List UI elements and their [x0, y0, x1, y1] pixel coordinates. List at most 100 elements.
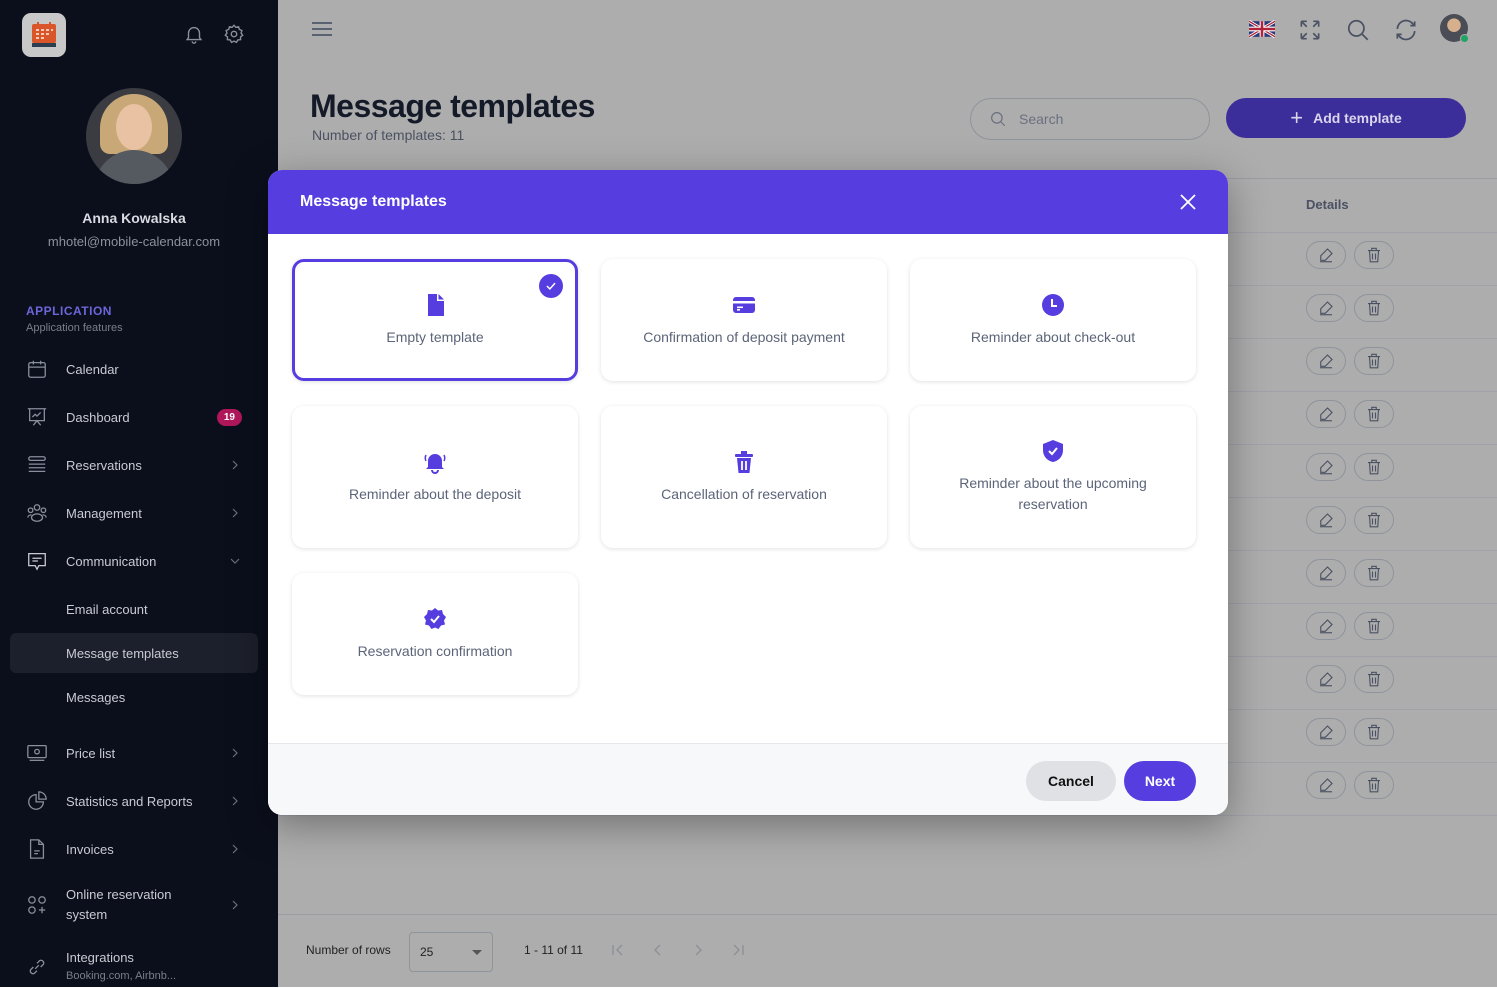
search-input[interactable]: Search: [970, 98, 1210, 140]
document-icon: [26, 838, 48, 860]
sidebar-item-price-list[interactable]: Price list: [10, 733, 258, 773]
bell-icon[interactable]: [183, 23, 205, 45]
delete-button[interactable]: [1354, 771, 1394, 799]
clock-icon: [1041, 293, 1065, 317]
plus-icon: +: [1290, 105, 1303, 131]
table-row-actions: [1306, 771, 1394, 799]
chat-icon: [26, 550, 48, 572]
shield-check-icon: [1041, 439, 1065, 463]
edit-icon: [1317, 564, 1335, 582]
rows-per-page-select[interactable]: 25: [409, 932, 493, 972]
sidebar-item-invoices[interactable]: Invoices: [10, 829, 258, 869]
caret-down-icon: [472, 950, 482, 955]
add-template-button[interactable]: + Add template: [1226, 98, 1466, 138]
next-page-icon[interactable]: [690, 942, 706, 958]
profile-avatar[interactable]: [1440, 14, 1468, 42]
delete-button[interactable]: [1354, 506, 1394, 534]
sidebar-item-label: Calendar: [66, 362, 119, 377]
edit-button[interactable]: [1306, 771, 1346, 799]
template-card-upcoming-reminder[interactable]: Reminder about the upcoming reservation: [910, 406, 1196, 548]
last-page-icon[interactable]: [730, 942, 746, 958]
chevron-right-icon: [230, 900, 240, 910]
sidebar-item-statistics[interactable]: Statistics and Reports: [10, 781, 258, 821]
delete-button[interactable]: [1354, 294, 1394, 322]
sidebar-item-reservations[interactable]: Reservations: [10, 445, 258, 485]
sidebar-item-management[interactable]: Management: [10, 493, 258, 533]
trash-icon: [1365, 458, 1383, 476]
sidebar-subitem-messages[interactable]: Messages: [10, 677, 258, 717]
prev-page-icon[interactable]: [650, 942, 666, 958]
delete-button[interactable]: [1354, 241, 1394, 269]
delete-button[interactable]: [1354, 612, 1394, 640]
trash-icon: [1365, 511, 1383, 529]
modal-footer: Cancel Next: [268, 743, 1228, 815]
template-card-deposit-confirmation[interactable]: Confirmation of deposit payment: [601, 259, 887, 381]
chevron-right-icon: [230, 460, 240, 470]
edit-button[interactable]: [1306, 347, 1346, 375]
trash-icon: [1365, 617, 1383, 635]
sidebar-subitem-message-templates[interactable]: Message templates: [10, 633, 258, 673]
template-card-deposit-reminder[interactable]: Reminder about the deposit: [292, 406, 578, 548]
template-count: Number of templates: 11: [312, 127, 464, 143]
bell-ring-icon: [423, 450, 447, 474]
sidebar-item-online-reservation[interactable]: Online reservation system: [10, 882, 258, 928]
edit-button[interactable]: [1306, 506, 1346, 534]
edit-button[interactable]: [1306, 400, 1346, 428]
template-label: Reminder about check-out: [971, 327, 1135, 348]
notification-badge: 19: [217, 409, 242, 426]
delete-button[interactable]: [1354, 559, 1394, 587]
sidebar-item-calendar[interactable]: Calendar: [10, 349, 258, 389]
delete-button[interactable]: [1354, 400, 1394, 428]
edit-button[interactable]: [1306, 453, 1346, 481]
page-title: Message templates: [310, 88, 595, 125]
gear-icon[interactable]: [223, 23, 245, 45]
edit-button[interactable]: [1306, 294, 1346, 322]
trash-icon: [1365, 670, 1383, 688]
sidebar-item-label: Dashboard: [66, 410, 130, 425]
sidebar-item-label: Reservations: [66, 458, 142, 473]
sidebar-item-integrations[interactable]: Integrations Booking.com, Airbnb...: [10, 946, 258, 988]
sidebar-subitem-email-account[interactable]: Email account: [10, 589, 258, 629]
cancel-button[interactable]: Cancel: [1026, 761, 1116, 801]
template-card-reservation-confirmation[interactable]: Reservation confirmation: [292, 573, 578, 695]
delete-button[interactable]: [1354, 665, 1394, 693]
presentation-chart-icon: [26, 406, 48, 428]
template-card-empty[interactable]: Empty template: [292, 259, 578, 381]
menu-icon[interactable]: [312, 22, 332, 36]
delete-button[interactable]: [1354, 718, 1394, 746]
edit-button[interactable]: [1306, 241, 1346, 269]
refresh-icon[interactable]: [1393, 17, 1419, 43]
uk-flag-icon[interactable]: [1249, 19, 1275, 39]
chevron-right-icon: [230, 508, 240, 518]
add-template-label: Add template: [1313, 110, 1402, 126]
edit-button[interactable]: [1306, 612, 1346, 640]
delete-button[interactable]: [1354, 453, 1394, 481]
table-row-actions: [1306, 718, 1394, 746]
table-row-actions: [1306, 453, 1394, 481]
fullscreen-icon[interactable]: [1297, 17, 1323, 43]
edit-icon: [1317, 352, 1335, 370]
close-icon[interactable]: [1178, 192, 1198, 212]
user-avatar[interactable]: [86, 88, 182, 184]
sidebar-item-dashboard[interactable]: Dashboard 19: [10, 397, 258, 437]
edit-button[interactable]: [1306, 665, 1346, 693]
chevron-right-icon: [230, 844, 240, 854]
template-card-cancellation[interactable]: Cancellation of reservation: [601, 406, 887, 548]
column-header-details: Details: [1306, 197, 1349, 212]
first-page-icon[interactable]: [610, 942, 626, 958]
pagination-range: 1 - 11 of 11: [524, 943, 583, 957]
trash-icon: [1365, 564, 1383, 582]
delete-button[interactable]: [1354, 347, 1394, 375]
trash-icon: [732, 450, 756, 474]
next-button[interactable]: Next: [1124, 761, 1196, 801]
sidebar-item-communication[interactable]: Communication: [10, 541, 258, 581]
edit-button[interactable]: [1306, 559, 1346, 587]
users-icon: [26, 502, 48, 524]
template-card-checkout-reminder[interactable]: Reminder about check-out: [910, 259, 1196, 381]
app-logo[interactable]: [22, 13, 66, 57]
edit-button[interactable]: [1306, 718, 1346, 746]
rows-per-page-label: Number of rows: [306, 943, 391, 957]
search-icon[interactable]: [1345, 17, 1371, 43]
sidebar-item-label: Email account: [66, 602, 148, 617]
section-subtitle: Application features: [26, 322, 123, 334]
